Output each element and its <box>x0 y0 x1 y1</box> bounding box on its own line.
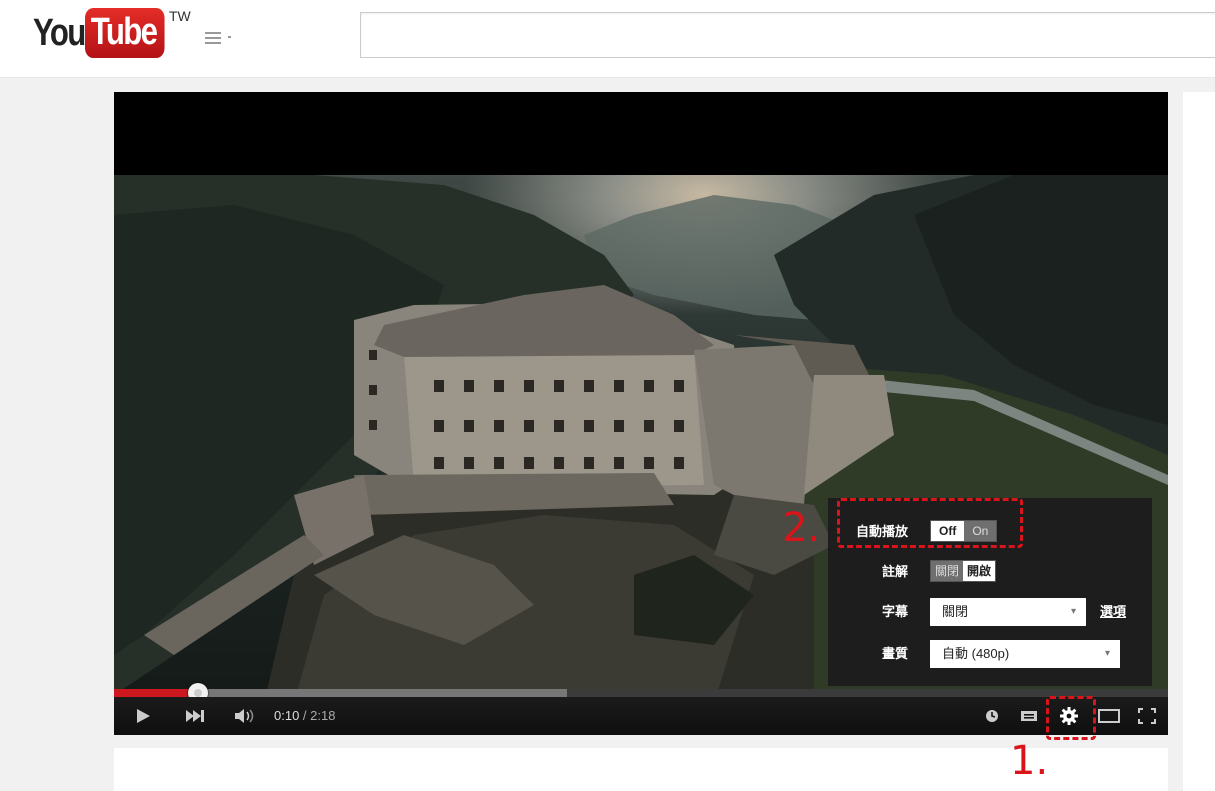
volume-button[interactable] <box>230 697 262 735</box>
video-player[interactable]: 0:10 / 2:18 自動播放 Off On 註解 關閉 開啟 字幕 關閉 ▾… <box>114 92 1168 735</box>
theater-mode-button[interactable] <box>1094 697 1124 735</box>
search-box <box>360 12 1215 58</box>
annotations-on-option[interactable]: 開啟 <box>963 561 996 581</box>
subtitles-label: 字幕 <box>881 604 908 619</box>
highlight-box-autoplay <box>837 498 1023 548</box>
masthead: You Tube TW <box>0 0 1215 78</box>
menu-icon-bar <box>205 42 221 44</box>
current-time: 0:10 <box>274 708 300 723</box>
annotations-row: 註解 關閉 開啟 <box>828 556 1152 588</box>
captions-icon <box>1021 711 1037 721</box>
quality-row: 畫質 自動 (480p) ▾ <box>828 638 1152 670</box>
theater-icon <box>1098 709 1120 723</box>
fullscreen-icon <box>1138 708 1156 724</box>
clock-icon <box>986 710 998 722</box>
dropdown-arrow-icon: ▾ <box>1104 648 1110 659</box>
quality-label: 畫質 <box>881 646 908 661</box>
chevron-down-icon <box>228 36 231 38</box>
captions-button[interactable] <box>1014 697 1044 735</box>
time-separator: / <box>299 708 311 723</box>
sidebar-panel <box>1183 92 1215 791</box>
fullscreen-button[interactable] <box>1132 697 1162 735</box>
search-input[interactable] <box>361 13 1215 57</box>
next-icon <box>186 710 204 722</box>
youtube-logo[interactable]: You Tube TW <box>33 8 191 60</box>
watch-later-button[interactable] <box>978 697 1006 735</box>
annotations-off-option[interactable]: 關閉 <box>931 561 964 581</box>
annotations-label: 註解 <box>881 564 908 579</box>
duration-time: 2:18 <box>310 708 336 723</box>
quality-select[interactable]: 自動 (480p) ▾ <box>930 640 1120 668</box>
logo-tube-badge: Tube <box>85 8 165 58</box>
subtitles-row: 字幕 關閉 ▾ 選項 <box>828 596 1152 628</box>
next-video-button[interactable] <box>180 697 210 735</box>
guide-menu-button[interactable] <box>200 28 236 46</box>
progress-bar[interactable] <box>114 689 1168 697</box>
menu-icon-bar <box>205 37 221 39</box>
menu-icon <box>205 32 221 34</box>
step-2-label: 2. <box>782 505 821 551</box>
time-display: 0:10 / 2:18 <box>274 697 335 735</box>
progress-played <box>114 689 199 697</box>
quality-value: 自動 (480p) <box>942 646 1010 661</box>
subtitles-select[interactable]: 關閉 ▾ <box>930 598 1086 626</box>
highlight-box-settings <box>1046 696 1096 740</box>
subtitles-options-link[interactable]: 選項 <box>1100 596 1126 628</box>
play-icon <box>137 709 150 723</box>
logo-region-label: TW <box>169 8 191 24</box>
player-control-bar: 0:10 / 2:18 <box>114 697 1168 735</box>
volume-icon <box>235 709 254 723</box>
logo-you-text: You <box>33 12 86 54</box>
step-1-label: 1. <box>1010 738 1049 784</box>
play-button[interactable] <box>128 697 158 735</box>
annotations-toggle[interactable]: 關閉 開啟 <box>930 560 997 582</box>
dropdown-arrow-icon: ▾ <box>1070 606 1076 617</box>
subtitles-value: 關閉 <box>942 604 969 619</box>
